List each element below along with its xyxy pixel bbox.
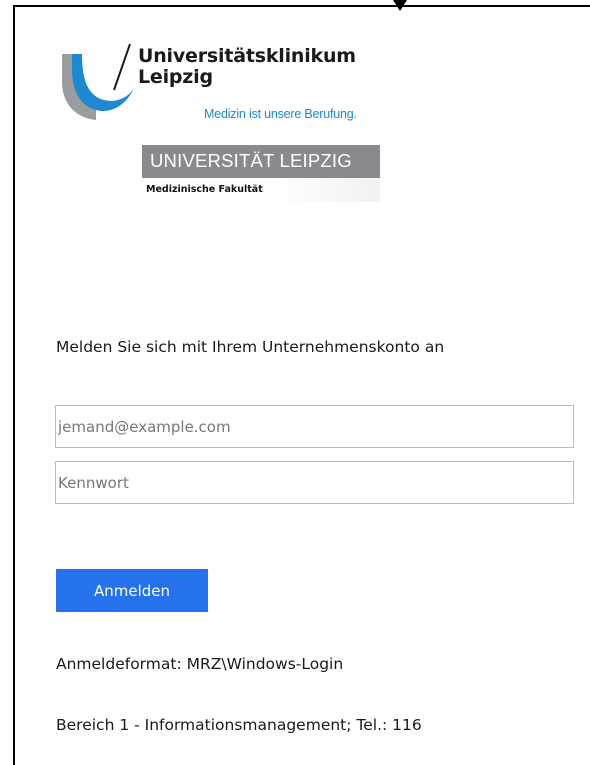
ukl-name-line1: Universitätsklinikum bbox=[138, 45, 356, 67]
university-logo: UNIVERSITÄT LEIPZIG Medizinische Fakultä… bbox=[142, 145, 382, 203]
password-input[interactable] bbox=[55, 461, 574, 504]
contact-info: Bereich 1 - Informationsmanagement; Tel.… bbox=[56, 716, 422, 734]
ukl-mark-icon bbox=[62, 43, 134, 120]
ukl-logo: Universitätsklinikum Leipzig Medizin ist… bbox=[58, 40, 388, 130]
login-button[interactable]: Anmelden bbox=[56, 569, 208, 612]
ukl-name: Universitätsklinikum Leipzig bbox=[138, 46, 356, 88]
faculty-name: Medizinische Fakultät bbox=[146, 184, 263, 195]
ukl-name-line2: Leipzig bbox=[138, 66, 213, 88]
login-format-hint: Anmeldeformat: MRZ\Windows-Login bbox=[56, 655, 344, 673]
university-name: UNIVERSITÄT LEIPZIG bbox=[150, 150, 352, 171]
username-input[interactable] bbox=[55, 405, 574, 448]
caret-down-icon bbox=[393, 0, 407, 11]
ukl-slogan: Medizin ist unsere Berufung. bbox=[204, 107, 357, 121]
login-heading: Melden Sie sich mit Ihrem Unternehmensko… bbox=[56, 338, 445, 356]
